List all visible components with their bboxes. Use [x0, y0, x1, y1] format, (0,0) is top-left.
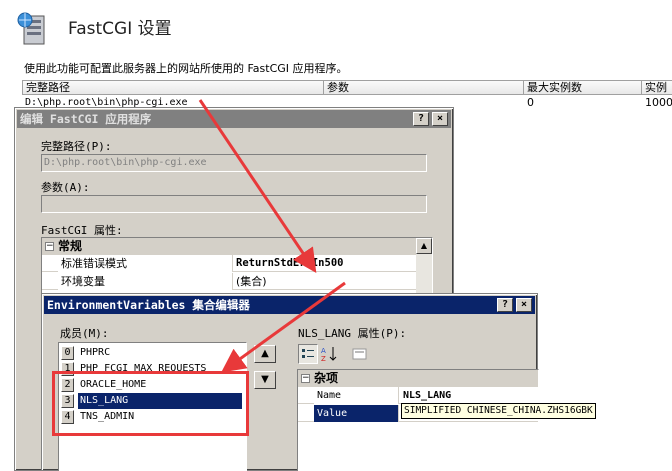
help-button[interactable]: ?: [497, 298, 513, 312]
members-label: 成员(M):: [60, 327, 109, 340]
property-value[interactable]: NLS_LANG: [400, 387, 451, 404]
property-name: Value: [314, 405, 399, 422]
categorized-icon[interactable]: [298, 344, 318, 364]
full-path-field[interactable]: D:\php.root\bin\php-cgi.exe: [41, 154, 427, 172]
collapse-icon[interactable]: −: [45, 242, 54, 251]
env-dialog-title: EnvironmentVariables 集合编辑器: [47, 298, 250, 312]
fastcgi-grid: 完整路径 参数 最大实例数 实例 D:\php.root\bin\php-cgi…: [22, 80, 672, 110]
fastcgi-property-grid: − 常规 标准错误模式 ReturnStdErrIn500 环境变量 (集合) …: [41, 237, 433, 297]
column-header-full-path[interactable]: 完整路径: [22, 80, 324, 95]
property-row-name[interactable]: Name NLS_LANG: [298, 387, 538, 404]
alphabetical-icon[interactable]: AZ: [319, 344, 339, 364]
server-icon: [16, 10, 52, 46]
column-header-instances[interactable]: 实例: [642, 80, 672, 95]
grid-cell-instances: 10000: [645, 96, 672, 109]
collapse-icon[interactable]: −: [301, 374, 310, 383]
property-name: 环境变量: [58, 273, 233, 290]
property-pages-icon[interactable]: [350, 344, 370, 364]
property-grid-scrollbar[interactable]: ▲: [416, 238, 432, 296]
category-general-label: 常规: [58, 239, 83, 253]
edit-dialog-titlebar[interactable]: 编辑 FastCGI 应用程序 ? ×: [17, 110, 451, 128]
list-item[interactable]: 0 PHPRC: [59, 345, 246, 361]
property-name: Name: [314, 387, 399, 404]
value-tooltip[interactable]: SIMPLIFIED CHINESE_CHINA.ZHS16GBK: [401, 403, 596, 419]
svg-text:Z: Z: [321, 355, 326, 363]
column-header-arguments[interactable]: 参数: [324, 80, 524, 95]
category-general[interactable]: − 常规: [42, 238, 432, 255]
grid-cell-max-instances: 0: [527, 96, 534, 109]
full-path-label: 完整路径(P):: [41, 140, 112, 153]
member-property-grid: − 杂项 Name NLS_LANG Value: [297, 369, 539, 471]
selected-properties-label: NLS_LANG 属性(P):: [298, 327, 407, 340]
property-row-environment-variables[interactable]: 环境变量 (集合): [42, 273, 432, 290]
category-misc-label: 杂项: [314, 371, 339, 385]
page-description: 使用此功能可配置此服务器上的网站所使用的 FastCGI 应用程序。: [24, 62, 348, 75]
move-up-button[interactable]: ▲: [254, 345, 276, 363]
property-value[interactable]: (集合): [233, 273, 267, 290]
env-dialog-titlebar[interactable]: EnvironmentVariables 集合编辑器 ? ×: [44, 296, 535, 314]
close-button[interactable]: ×: [432, 112, 448, 126]
close-button[interactable]: ×: [516, 298, 532, 312]
category-misc[interactable]: − 杂项: [298, 370, 538, 387]
column-header-max-instances[interactable]: 最大实例数: [524, 80, 642, 95]
property-value[interactable]: ReturnStdErrIn500: [233, 255, 343, 272]
scroll-up-icon[interactable]: ▲: [416, 238, 432, 254]
property-name: 标准错误模式: [58, 255, 233, 272]
arguments-field[interactable]: [41, 195, 427, 213]
move-down-button[interactable]: ▼: [254, 371, 276, 389]
member-index: 0: [61, 346, 74, 360]
member-name: PHPRC: [80, 347, 111, 358]
edit-dialog-title: 编辑 FastCGI 应用程序: [20, 112, 152, 126]
annotation-highlight-box: [52, 371, 249, 436]
arguments-label: 参数(A):: [41, 181, 90, 194]
property-row-stderr-mode[interactable]: 标准错误模式 ReturnStdErrIn500: [42, 255, 432, 272]
property-toolbar: AZ: [298, 344, 372, 364]
help-button[interactable]: ?: [413, 112, 429, 126]
svg-text:A: A: [321, 347, 326, 355]
page-title: FastCGI 设置: [68, 19, 172, 39]
fastcgi-properties-label: FastCGI 属性:: [41, 224, 123, 237]
